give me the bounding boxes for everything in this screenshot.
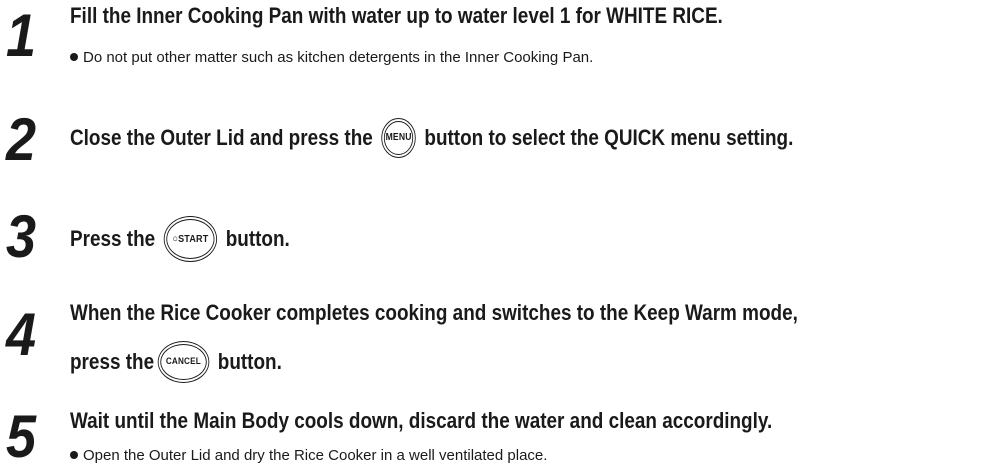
step-instruction-line-2: press the CANCEL button. — [70, 341, 282, 383]
step-number: 2 — [6, 106, 37, 173]
instruction-text-before: press the — [70, 349, 155, 374]
instruction-text: Wait until the Main Body cools down, dis… — [70, 408, 773, 433]
instruction-text: When the Rice Cooker completes cooking a… — [70, 300, 798, 325]
step-instruction: Wait until the Main Body cools down, dis… — [70, 408, 772, 434]
instruction-text-after: button. — [217, 349, 282, 374]
step-number: 3 — [6, 203, 37, 270]
step-instruction: Close the Outer Lid and press the MENU b… — [70, 118, 793, 158]
step-note: Do not put other matter such as kitchen … — [70, 49, 593, 67]
bullet-icon — [70, 53, 78, 62]
step-number: 1 — [6, 2, 37, 69]
note-text: Open the Outer Lid and dry the Rice Cook… — [83, 447, 548, 464]
instruction-text-before: Close the Outer Lid and press the — [70, 125, 373, 150]
step-instruction: Press the ○START button. — [70, 216, 290, 262]
start-button-icon: ○START — [163, 216, 218, 262]
instruction-text: Fill the Inner Cooking Pan with water up… — [70, 3, 723, 28]
button-label: ○START — [172, 233, 209, 245]
cancel-button-icon: CANCEL — [157, 341, 210, 383]
button-label: MENU — [385, 132, 412, 143]
step-instruction: Fill the Inner Cooking Pan with water up… — [70, 3, 723, 29]
step-note: Open the Outer Lid and dry the Rice Cook… — [70, 447, 547, 465]
menu-button-icon: MENU — [381, 118, 416, 158]
instruction-text-before: Press the — [70, 226, 156, 251]
bullet-icon — [70, 451, 78, 460]
step-instruction-line-1: When the Rice Cooker completes cooking a… — [70, 300, 798, 326]
instruction-text-after: button. — [225, 226, 290, 251]
step-number: 5 — [6, 403, 37, 470]
button-label: CANCEL — [165, 356, 201, 367]
note-text: Do not put other matter such as kitchen … — [83, 49, 594, 66]
instruction-text-after: button to select the QUICK menu setting. — [424, 125, 794, 150]
step-number: 4 — [6, 301, 37, 368]
